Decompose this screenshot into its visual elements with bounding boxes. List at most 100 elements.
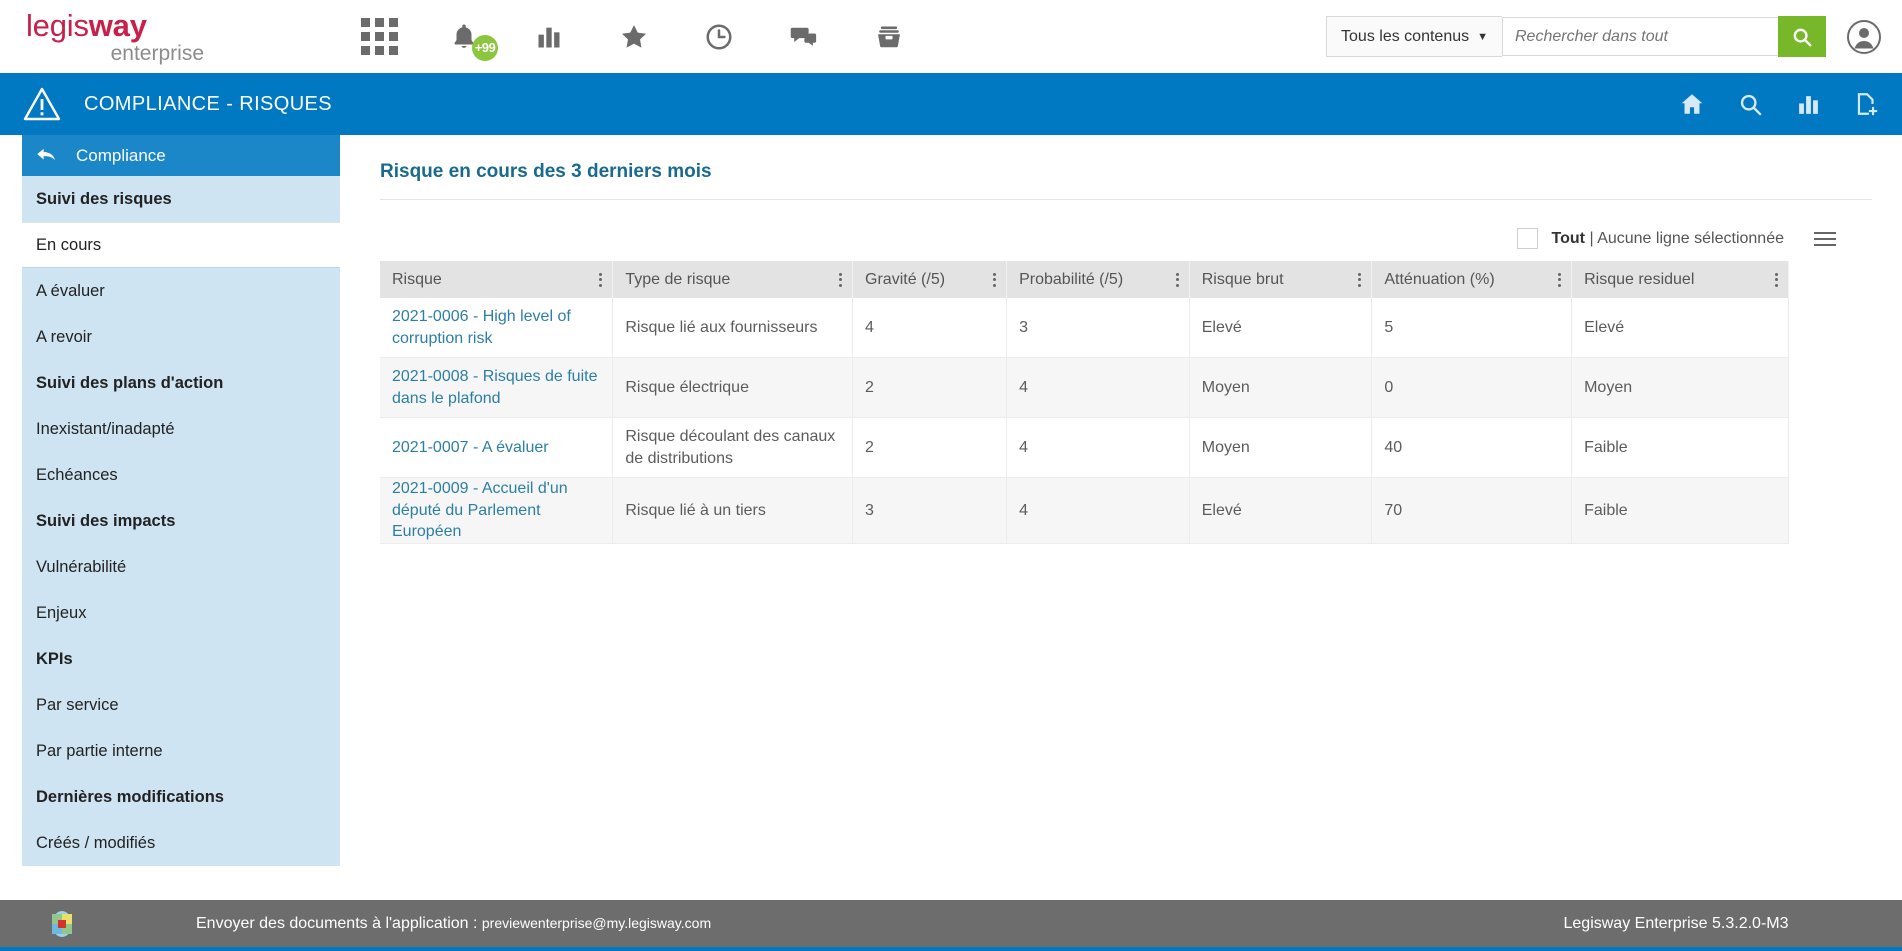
table-column-label: Gravité (/5) [865,270,946,288]
table-cell-risque-brut: Moyen [1189,357,1373,418]
search-scope-dropdown[interactable]: Tous les contenus ▼ [1326,16,1502,57]
table-row[interactable]: 2021-0008 - Risques de fuite dans le pla… [380,357,1789,418]
column-menu-kebab-icon[interactable] [839,272,843,287]
table-column-header[interactable]: Risque [380,261,614,298]
sidebar-header-compliance[interactable]: Compliance [22,135,340,176]
sidebar-item-ech-ances[interactable]: Echéances [22,452,340,498]
table-cell-attenuation: 0 [1371,357,1573,418]
table-column-header[interactable]: Atténuation (%) [1371,261,1573,298]
bar-chart-icon[interactable] [1794,90,1822,118]
new-document-icon[interactable] [1852,90,1880,118]
column-menu-kebab-icon[interactable] [993,272,997,287]
status-bar: Envoyer des documents à l'application : … [0,900,1902,947]
sidebar-item-par-service[interactable]: Par service [22,682,340,728]
table-cell-gravite: 2 [852,417,1008,478]
bell-icon[interactable]: +99 [444,17,498,61]
selection-separator: | [1589,229,1594,247]
sidebar-item-label: Suivi des impacts [36,511,176,530]
global-search: Tous les contenus ▼ [1326,16,1882,57]
sidebar-item-label: A revoir [36,327,92,346]
column-menu-kebab-icon[interactable] [1775,272,1778,287]
column-menu-kebab-icon[interactable] [1175,272,1179,287]
column-menu-kebab-icon[interactable] [1558,272,1562,287]
sidebar-item-vuln-rabilit[interactable]: Vulnérabilité [22,544,340,590]
page-title: COMPLIANCE - RISQUES [84,92,333,115]
sidebar-item-suivi-des-risques[interactable]: Suivi des risques [22,176,340,222]
star-icon[interactable] [614,17,654,57]
risk-link-cell[interactable]: 2021-0007 - A évaluer [380,417,614,478]
product-version: Legisway Enterprise 5.3.2.0-M3 [1563,914,1789,932]
table-cell-type: Risque lié à un tiers [612,477,854,544]
clock-icon[interactable] [699,17,739,57]
column-menu-kebab-icon[interactable] [599,272,603,287]
table-column-label: Type de risque [625,270,731,288]
app-logo-icon [48,910,76,938]
select-all-checkbox[interactable] [1516,228,1538,249]
apps-grid-icon[interactable] [359,17,399,57]
table-cell-risque-brut: Elevé [1189,477,1373,544]
risk-link[interactable]: 2021-0007 - A évaluer [392,439,549,456]
sidebar-item-label: Suivi des plans d'action [36,373,224,392]
table-cell-probabilite: 3 [1006,298,1190,358]
notification-badge: +99 [472,34,498,61]
footer-message: Envoyer des documents à l'application : … [196,915,711,933]
sidebar-item-en-cours[interactable]: En cours [22,222,340,268]
table-cell-attenuation: 5 [1371,298,1573,358]
table-cell-probabilite: 4 [1006,417,1190,478]
sidebar-item-kpis[interactable]: KPIs [22,636,340,682]
risk-link-cell[interactable]: 2021-0009 - Accueil d'un député du Parle… [380,477,614,544]
table-cell-attenuation: 70 [1371,477,1573,544]
hamburger-menu-icon[interactable] [1814,231,1836,246]
sidebar-item-par-partie-interne[interactable]: Par partie interne [22,728,340,774]
table-column-label: Risque brut [1201,270,1284,288]
sidebar-item-label: Créés / modifiés [36,833,156,852]
app-logo[interactable]: legisway enterprise [26,10,226,64]
search-input[interactable] [1502,17,1778,56]
table-column-header[interactable]: Probabilité (/5) [1006,261,1190,298]
table-column-header[interactable]: Gravité (/5) [852,261,1008,298]
table-column-header[interactable]: Type de risque [612,261,854,298]
user-avatar-icon[interactable] [1846,19,1882,55]
table-column-label: Risque [392,270,442,288]
top-icon-group: +99 [359,17,909,61]
table-cell-type: Risque découlant des canaux de distribut… [612,417,854,478]
sidebar-item-suivi-des-impacts[interactable]: Suivi des impacts [22,498,340,544]
bar-chart-icon[interactable] [529,17,569,57]
risk-link[interactable]: 2021-0009 - Accueil d'un député du Parle… [392,480,568,540]
selection-status: Tout | Aucune ligne sélectionnée [1552,230,1784,248]
back-arrow-icon[interactable] [36,147,56,165]
table-row[interactable]: 2021-0007 - A évaluer Risque découlant de… [380,417,1789,478]
chat-icon[interactable] [784,17,824,57]
sidebar-item-a-revoir[interactable]: A revoir [22,314,340,360]
table-column-header[interactable]: Risque residuel [1571,261,1789,298]
table-cell-gravite: 2 [852,357,1008,418]
sidebar-item-suivi-des-plans-d-action[interactable]: Suivi des plans d'action [22,360,340,406]
risk-link[interactable]: 2021-0008 - Risques de fuite dans le pla… [392,368,597,407]
table-column-label: Risque residuel [1584,270,1695,288]
sidebar-item-derni-res-modifications[interactable]: Dernières modifications [22,774,340,820]
risk-link[interactable]: 2021-0006 - High level of corruption ris… [392,308,571,347]
sidebar-item-cr-s-modifi-s[interactable]: Créés / modifiés [22,820,340,866]
sidebar-header-label: Compliance [76,145,166,165]
warning-triangle-icon [22,84,62,124]
column-menu-kebab-icon[interactable] [1358,272,1362,287]
table-column-header[interactable]: Risque brut [1189,261,1373,298]
home-icon[interactable] [1678,90,1706,118]
sidebar-item-inexistant-inadapt[interactable]: Inexistant/inadapté [22,406,340,452]
sidebar-item-label: Vulnérabilité [36,557,127,576]
search-submit-button[interactable] [1778,16,1826,57]
content-title: Risque en cours des 3 derniers mois [380,161,712,182]
search-icon[interactable] [1736,90,1764,118]
archive-box-icon[interactable] [869,17,909,57]
sidebar-item-label: A évaluer [36,281,105,300]
risk-link-cell[interactable]: 2021-0006 - High level of corruption ris… [380,298,614,358]
footer-message-label: Envoyer des documents à l'application : [196,914,478,932]
table-row[interactable]: 2021-0006 - High level of corruption ris… [380,298,1789,358]
sidebar-item-label: En cours [36,235,102,254]
table-row[interactable]: 2021-0009 - Accueil d'un député du Parle… [380,477,1789,544]
sidebar-item-enjeux[interactable]: Enjeux [22,590,340,636]
sidebar-item-label: KPIs [36,649,73,668]
risk-table: Risque Type de risque Gravité (/5) Probabil… [380,261,1789,544]
risk-link-cell[interactable]: 2021-0008 - Risques de fuite dans le pla… [380,357,614,418]
sidebar-item-a-valuer[interactable]: A évaluer [22,268,340,314]
